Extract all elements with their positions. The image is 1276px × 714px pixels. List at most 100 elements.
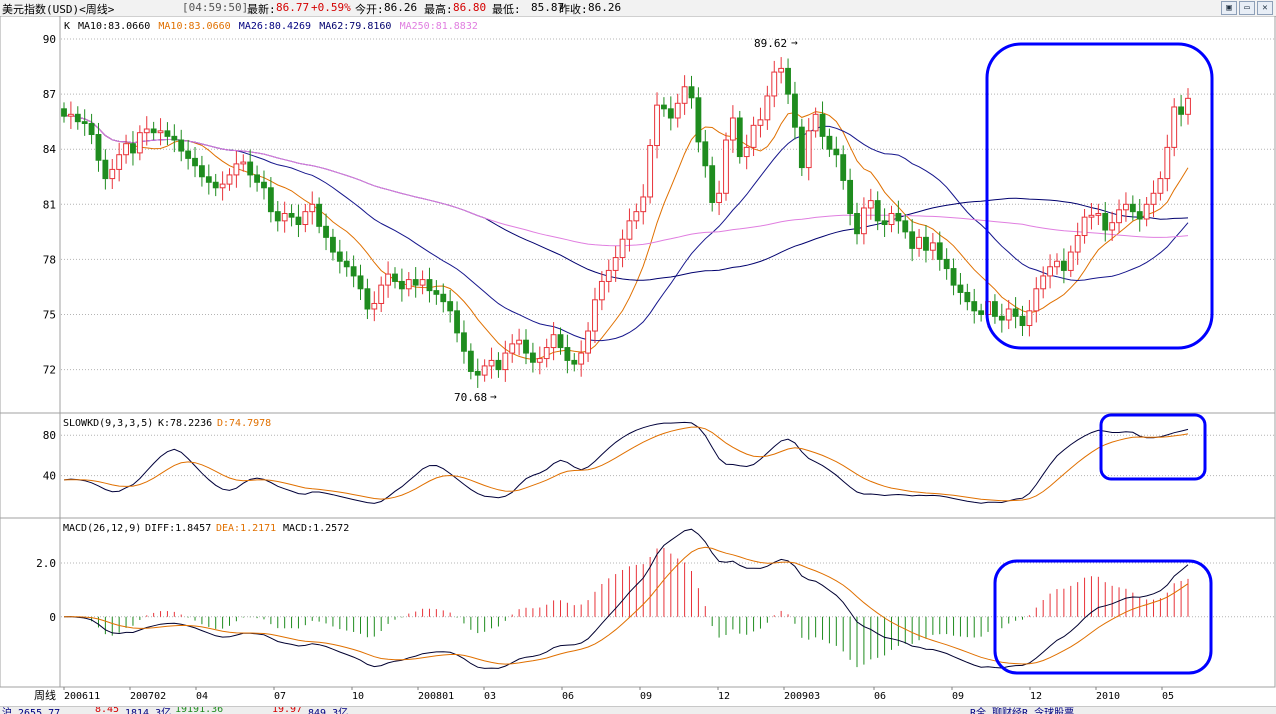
x-tick-label: 2010 [1096, 691, 1120, 702]
min-annotation: 70.68 [454, 391, 487, 404]
kd-tick-label: 40 [43, 470, 56, 483]
candle-body [950, 268, 957, 286]
candle-body [1005, 308, 1012, 321]
candle-body [847, 179, 854, 214]
ma-legend-item-0: MA10:83.0660 [78, 21, 150, 32]
x-tick-label: 200611 [64, 691, 100, 702]
candle-body [419, 279, 426, 286]
candle-body [792, 93, 798, 128]
kd-label: SLOWKD(9,3,3,5) [63, 418, 153, 429]
max-annotation: 89.62 [754, 37, 787, 50]
candle-body [750, 124, 757, 148]
ma-legend-item-3: MA62:79.8160 [319, 21, 391, 32]
price-panel-prefix: K [64, 21, 70, 32]
candle-body [681, 86, 688, 104]
x-tick-label: 12 [718, 691, 730, 702]
candle-body [350, 266, 357, 277]
candle-body [557, 334, 564, 349]
candle-body [688, 86, 695, 99]
candle-body [309, 203, 316, 213]
candle-body [74, 113, 81, 123]
candle-body [647, 145, 654, 198]
candle-body [95, 134, 102, 161]
candle-body [819, 113, 826, 137]
x-tick-label: 06 [874, 691, 886, 702]
candle-body [1157, 178, 1164, 194]
candle-body [805, 130, 812, 169]
candle-body [205, 176, 212, 183]
restore-icon[interactable]: ▣ [1221, 1, 1237, 15]
candle-body [936, 242, 943, 260]
candle-body [461, 332, 467, 352]
candle-body [867, 200, 874, 209]
high-label: 最高: [424, 3, 453, 16]
candle-body [233, 163, 240, 176]
candle-body [605, 269, 612, 282]
candle-body [661, 104, 667, 110]
candle-body [371, 302, 378, 310]
price-tick-label: 72 [43, 364, 56, 377]
minimize-icon[interactable]: ▭ [1239, 1, 1255, 15]
candle-body [916, 236, 922, 249]
macd-diff-value: DIFF:1.8457 [145, 523, 211, 534]
open-value: 86.26 [384, 1, 418, 14]
max-arrow: → [791, 36, 798, 49]
weekly-chart[interactable]: 72 75 78 81 84 87 90 40 80 0 2.0 200611 200702 04 0… [0, 16, 1276, 706]
macd-label: MACD(26,12,9) [63, 523, 141, 534]
price-tick-label: 81 [43, 198, 56, 211]
candle-body [502, 352, 509, 371]
candle-body [495, 359, 502, 371]
candle-body [330, 236, 336, 253]
candle-body [364, 288, 371, 310]
candle-body [157, 130, 164, 134]
kd-d-value: D:74.7978 [217, 418, 271, 429]
candle-body [392, 273, 398, 282]
candle-body [281, 212, 288, 222]
x-axis-ticks: 200611 200702 04 07 10 200801 03 06 09 12 200903 06… [63, 687, 1174, 702]
candle-body [226, 174, 233, 185]
candle-body [881, 220, 888, 226]
candle-body [143, 128, 150, 134]
candle-body [523, 339, 529, 354]
candle-body [1171, 106, 1178, 148]
candle-body [378, 284, 385, 304]
candle-body [598, 280, 605, 301]
x-tick-label: 07 [274, 691, 286, 702]
candle-body [1129, 203, 1136, 213]
high-value: 86.80 [453, 1, 487, 14]
candle-body [923, 236, 929, 251]
candle-body [854, 212, 860, 235]
x-tick-label: 200702 [130, 691, 166, 702]
candle-body [67, 113, 74, 117]
last-value: 86.77 [276, 1, 310, 14]
x-tick-label: 04 [196, 691, 208, 702]
candle-body [123, 143, 129, 156]
candle-body [957, 284, 964, 293]
last-label: 最新: [247, 3, 276, 16]
x-tick-label: 06 [562, 691, 574, 702]
candle-body [412, 279, 419, 286]
candle-body [440, 293, 447, 303]
candle-body [840, 154, 847, 181]
close-icon[interactable]: ✕ [1257, 1, 1273, 15]
candle-body [178, 139, 185, 152]
x-tick-label: 03 [484, 691, 496, 702]
candle-body [1136, 211, 1143, 220]
candle-body [1060, 260, 1067, 271]
candle-body [199, 165, 205, 178]
candle-body [171, 135, 178, 141]
candle-body [316, 203, 323, 227]
price-tick-label: 78 [43, 253, 56, 266]
candle-body [357, 275, 364, 290]
candle-body [667, 108, 674, 119]
candle-body [267, 187, 274, 213]
candle-body [343, 260, 350, 268]
candle-body [426, 279, 433, 292]
macd-value: MACD:1.2572 [283, 523, 349, 534]
candle-body [164, 130, 171, 137]
candle-body [102, 159, 109, 180]
candle-body [516, 339, 523, 345]
candle-body [826, 135, 833, 150]
candle-body [130, 143, 136, 154]
candle-body [571, 359, 578, 365]
